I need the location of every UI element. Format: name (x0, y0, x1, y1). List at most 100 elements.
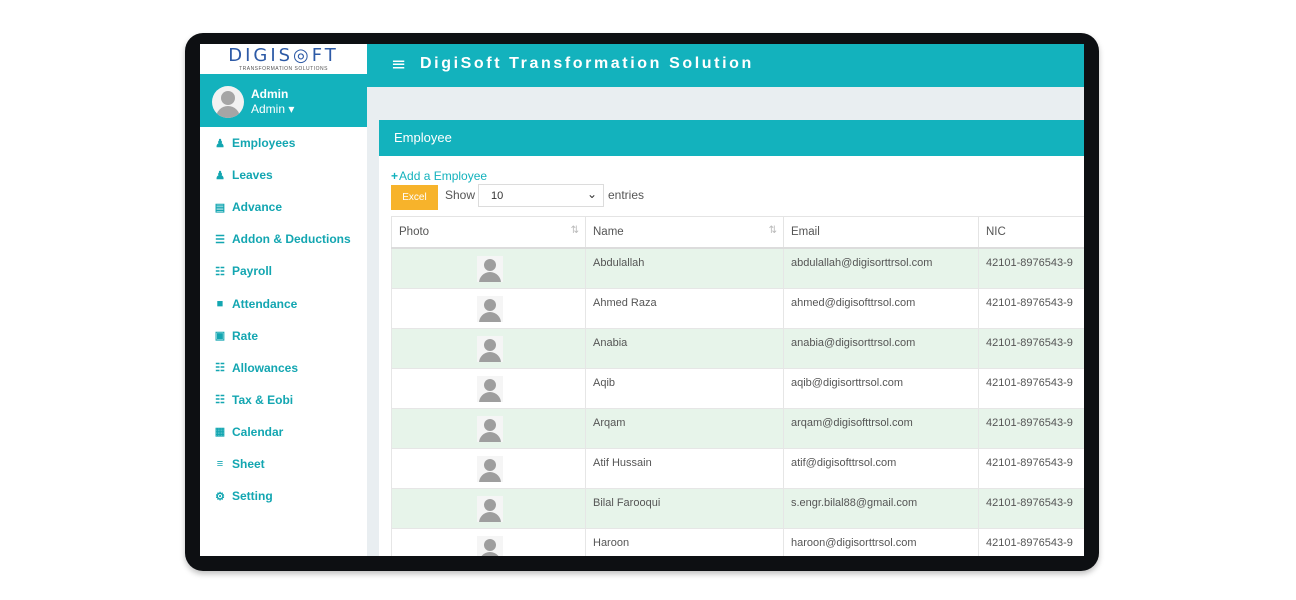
photo-cell (391, 328, 586, 369)
sidebar-item-allowances[interactable]: ☷ Allowances (200, 352, 367, 384)
name-cell-text: Arqam (593, 417, 626, 429)
nic-cell-text: 42101-8976543-9 (986, 377, 1073, 389)
email-cell: ahmed@digisofttrsol.com (783, 288, 979, 329)
sidebar-item-label: Attendance (232, 296, 298, 311)
sidebar-item-setting[interactable]: ⚙ Setting (200, 480, 367, 512)
table-row[interactable]: Bilal Farooqui s.engr.bilal88@gmail.com 42… (391, 488, 1084, 529)
name-cell: Ahmed Raza (585, 288, 784, 329)
photo-cell (391, 247, 586, 289)
employee-photo (477, 416, 503, 442)
email-cell: s.engr.bilal88@gmail.com (783, 488, 979, 529)
employee-photo (477, 336, 503, 362)
sort-icon: ⇅ (768, 225, 777, 236)
sidebar-item-addon-deductions[interactable]: ☰ Addon & Deductions (200, 223, 367, 255)
nic-cell: 42101-8976543-9 (978, 528, 1084, 556)
sidebar-item-leaves[interactable]: ♟ Leaves (200, 159, 367, 191)
nic-cell-text: 42101-8976543-9 (986, 497, 1073, 509)
name-cell-text: Anabia (593, 337, 628, 349)
sidebar-item-tax-eobi[interactable]: ☷ Tax & Eobi (200, 384, 367, 416)
photo-cell (391, 408, 586, 449)
user-panel[interactable]: Admin Admin ▾ (200, 74, 367, 127)
top-bar: ≡ DigiSoft Transformation Solution (367, 44, 1084, 87)
sitemap-icon: ☷ (215, 362, 225, 375)
sort-icon: ⇅ (570, 225, 579, 236)
email-cell-text: atif@digisofttrsol.com (791, 457, 897, 469)
photo-cell (391, 528, 586, 556)
avatar (212, 86, 244, 118)
nic-cell: 42101-8976543-9 (978, 368, 1084, 409)
photo-cell (391, 368, 586, 409)
user-role-dropdown[interactable]: Admin ▾ (251, 102, 294, 116)
sidebar-item-calendar[interactable]: ▦ Calendar (200, 416, 367, 448)
sidebar-item-label: Rate (232, 328, 259, 343)
gears-icon: ⚙ (215, 490, 225, 503)
employee-photo (477, 456, 503, 482)
app-screen: DIGIS◎FT TRANSFORMATION SOLUTIONS Admin … (200, 44, 1084, 556)
sidebar-item-attendance[interactable]: ■ Attendance (200, 287, 367, 319)
nic-cell-text: 42101-8976543-9 (986, 297, 1073, 309)
column-header-label: Name (593, 226, 624, 238)
show-label: Show (445, 188, 476, 202)
nic-cell-text: 42101-8976543-9 (986, 417, 1073, 429)
column-header-name[interactable]: Name ⇅ (585, 216, 784, 249)
column-header-email[interactable]: Email (783, 216, 979, 249)
name-cell-text: Haroon (593, 537, 630, 549)
table-row[interactable]: Aqib aqib@digisorttrsol.com 42101-8976543-… (391, 368, 1084, 409)
sidebar-item-label: Calendar (232, 424, 284, 439)
chevron-down-icon: ⌄ (586, 187, 597, 201)
sidebar-item-payroll[interactable]: ☷ Payroll (200, 255, 367, 287)
column-header-nic[interactable]: NIC (978, 216, 1084, 249)
sidebar-item-label: Setting (232, 489, 273, 504)
sidebar-item-rate[interactable]: ▣ Rate (200, 320, 367, 352)
table-row[interactable]: Abdulallah abdulallah@digisorttrsol.com 42… (391, 247, 1084, 289)
table-row[interactable]: Haroon haroon@digisorttrsol.com 42101-8976… (391, 528, 1084, 556)
database-icon: ≡ (216, 457, 224, 470)
name-cell: Arqam (585, 408, 784, 449)
sidebar-nav: ♟ Employees ♟ Leaves ▤ Advance ☰ Addon & Deduct… (200, 127, 367, 512)
table-row[interactable]: Arqam arqam@digisofttrsol.com 42101-897654… (391, 408, 1084, 449)
sidebar-item-label: Tax & Eobi (232, 392, 294, 407)
email-cell-text: ahmed@digisofttrsol.com (791, 297, 916, 309)
column-header-label: NIC (986, 226, 1006, 238)
user-icon: ♟ (215, 169, 225, 182)
employee-photo (477, 376, 503, 402)
nic-cell: 42101-8976543-9 (978, 408, 1084, 449)
sitemap-icon: ☷ (215, 265, 225, 278)
menu-toggle-icon[interactable]: ≡ (391, 54, 406, 75)
sidebar-item-label: Employees (232, 136, 296, 151)
name-cell: Atif Hussain (585, 448, 784, 489)
email-cell-text: abdulallah@digisorttrsol.com (791, 257, 933, 269)
column-header-photo[interactable]: Photo ⇅ (391, 216, 586, 249)
sidebar-item-label: Allowances (232, 360, 299, 375)
employee-photo (477, 256, 503, 282)
list-icon: ☰ (215, 233, 225, 246)
email-cell: abdulallah@digisorttrsol.com (783, 247, 979, 289)
nic-cell: 42101-8976543-9 (978, 448, 1084, 489)
name-cell: Haroon (585, 528, 784, 556)
nic-cell-text: 42101-8976543-9 (986, 537, 1073, 549)
email-cell: atif@digisofttrsol.com (783, 448, 979, 489)
email-cell-text: arqam@digisofttrsol.com (791, 417, 913, 429)
table-header-row: Photo ⇅ Name ⇅ Email NIC (391, 216, 1084, 249)
add-employee-link[interactable]: +Add a Employee (391, 169, 487, 183)
table-row[interactable]: Anabia anabia@digisorttrsol.com 42101-8976… (391, 328, 1084, 369)
sidebar-item-label: Payroll (232, 264, 273, 279)
sidebar-item-sheet[interactable]: ≡ Sheet (200, 448, 367, 480)
photo-cell (391, 448, 586, 489)
email-cell: haroon@digisorttrsol.com (783, 528, 979, 556)
nic-cell: 42101-8976543-9 (978, 247, 1084, 289)
name-cell: Bilal Farooqui (585, 488, 784, 529)
excel-button[interactable]: Excel (391, 185, 438, 210)
name-cell-text: Bilal Farooqui (593, 497, 661, 509)
logo[interactable]: DIGIS◎FT TRANSFORMATION SOLUTIONS (200, 44, 367, 75)
name-cell: Abdulallah (585, 247, 784, 289)
entries-label: entries (608, 188, 645, 202)
sidebar-item-employees[interactable]: ♟ Employees (200, 127, 367, 159)
sidebar-item-advance[interactable]: ▤ Advance (200, 191, 367, 223)
table-row[interactable]: Ahmed Raza ahmed@digisofttrsol.com 42101-8… (391, 288, 1084, 329)
user-icon: ♟ (215, 137, 225, 150)
table-row[interactable]: Atif Hussain atif@digisofttrsol.com 42101-… (391, 448, 1084, 489)
email-cell: arqam@digisofttrsol.com (783, 408, 979, 449)
nic-cell: 42101-8976543-9 (978, 488, 1084, 529)
entries-select[interactable]: 10 ⌄ (478, 184, 604, 207)
